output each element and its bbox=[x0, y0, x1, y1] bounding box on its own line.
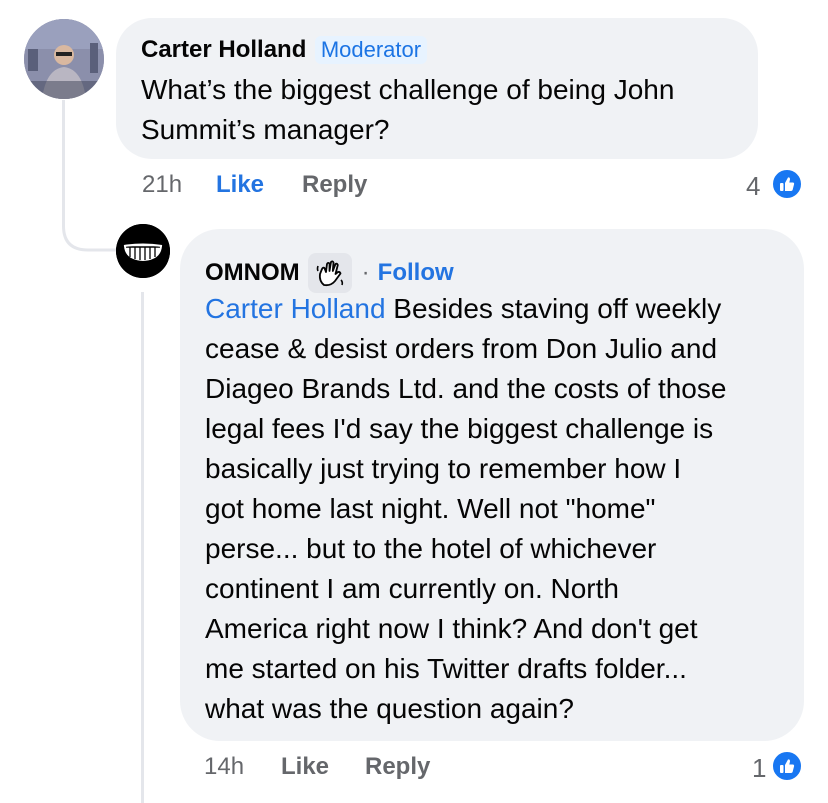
reaction-count[interactable]: 1 bbox=[752, 753, 766, 784]
follow-button[interactable]: Follow bbox=[378, 259, 454, 287]
moderator-badge: Moderator bbox=[314, 36, 428, 64]
comment-timestamp[interactable]: 21h bbox=[142, 171, 182, 199]
thread-line-main bbox=[62, 100, 65, 220]
thread-line-reply bbox=[141, 292, 144, 803]
like-button[interactable]: Like bbox=[216, 171, 264, 199]
avatar[interactable] bbox=[116, 224, 170, 278]
thread-connector-curve bbox=[62, 212, 116, 252]
comment-author[interactable]: Carter Holland bbox=[141, 36, 306, 63]
like-button[interactable]: Like bbox=[281, 753, 329, 781]
profile-photo bbox=[24, 19, 104, 99]
comment-timestamp[interactable]: 14h bbox=[204, 753, 244, 781]
omnom-logo bbox=[116, 224, 170, 278]
mention-link[interactable]: Carter Holland bbox=[205, 293, 386, 324]
avatar[interactable] bbox=[24, 19, 104, 99]
reply-button[interactable]: Reply bbox=[302, 171, 367, 199]
reaction-count[interactable]: 4 bbox=[746, 171, 760, 202]
reply-button[interactable]: Reply bbox=[365, 753, 430, 781]
comment-text: Carter Holland Besides staving off weekl… bbox=[205, 289, 801, 729]
waving-hand-icon bbox=[307, 253, 352, 293]
separator-dot: · bbox=[361, 259, 370, 286]
comment-bubble: Carter Holland Moderator What’s the bigg… bbox=[116, 18, 758, 159]
comment-author[interactable]: OMNOM bbox=[205, 259, 300, 287]
comment-body: Besides staving off weekly cease & desis… bbox=[205, 293, 727, 724]
thumbs-up-icon[interactable] bbox=[771, 750, 803, 782]
thumbs-up-icon[interactable] bbox=[771, 168, 803, 200]
comment-text: What’s the biggest challenge of being Jo… bbox=[141, 74, 675, 145]
comment-bubble: OMNOM · Follow Carter Holland Besides st… bbox=[180, 229, 804, 741]
